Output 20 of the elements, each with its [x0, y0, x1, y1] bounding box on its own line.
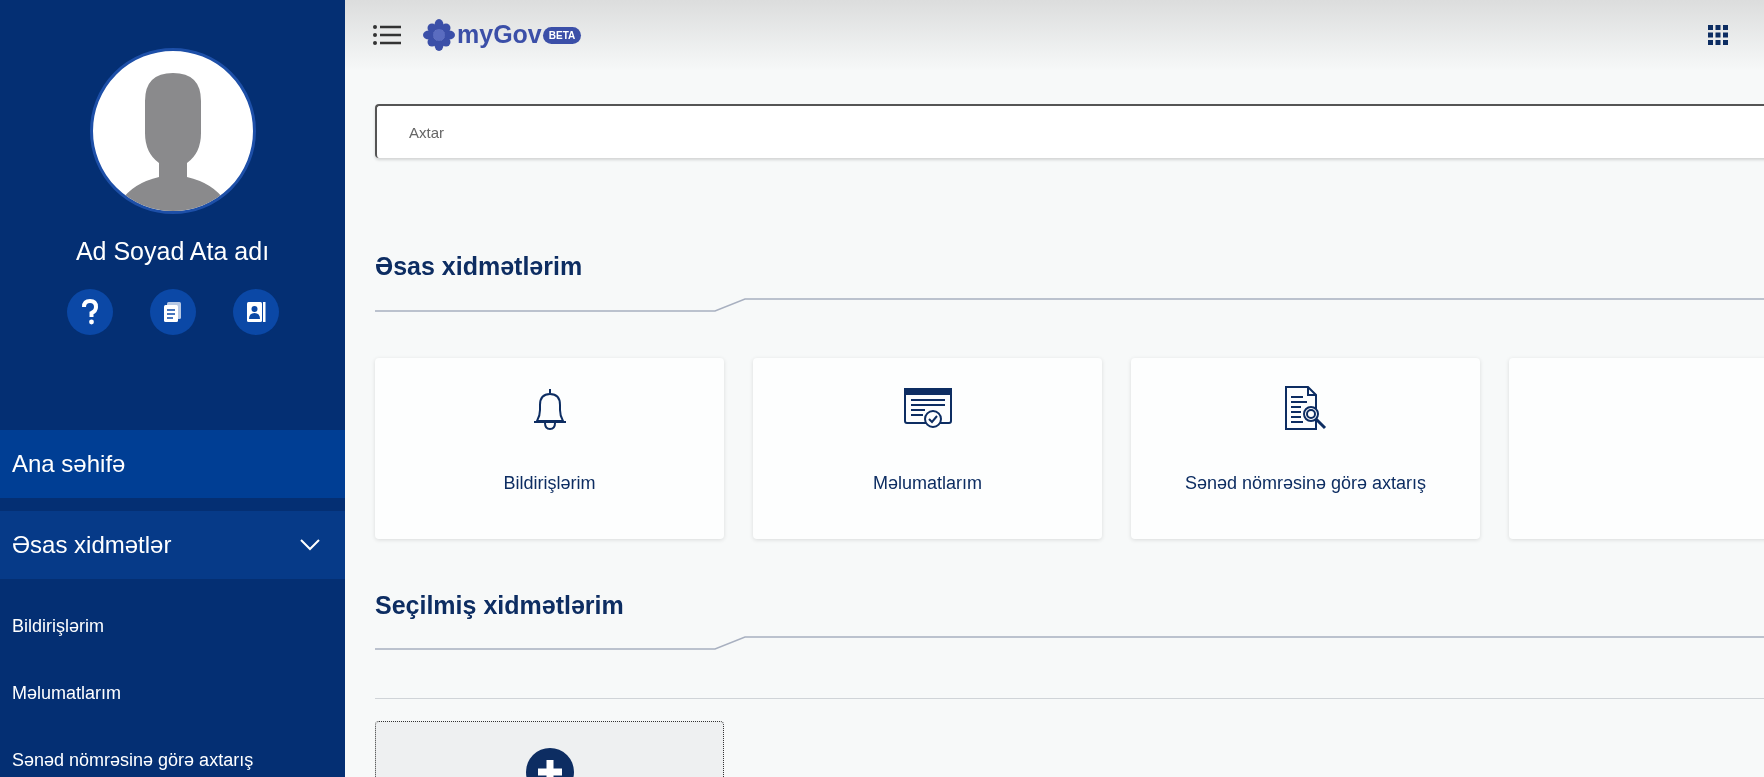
submenu-item[interactable]: Bildirişlərim — [0, 613, 345, 639]
help-icon[interactable] — [66, 288, 113, 335]
flower-logo-icon — [423, 19, 455, 51]
service-card[interactable]: Məlumatlarım — [753, 357, 1102, 539]
section-heading: Seçilmiş xidmətlərim — [375, 589, 625, 621]
apps-grid-icon[interactable] — [1708, 25, 1728, 45]
menu-icon[interactable] — [373, 24, 401, 46]
service-card[interactable]: Bildirişlərim — [375, 357, 724, 539]
submenu-item[interactable]: Məlumatlarım — [0, 680, 345, 706]
search-field[interactable]: Axtar — [375, 104, 1764, 158]
submenu-item[interactable]: Sənəd nömrəsinə görə axtarış — [0, 747, 345, 773]
section-heading: Əsas xidmətlərim — [375, 251, 584, 282]
menu-item[interactable]: Əsas xidmətlər — [0, 510, 345, 579]
beta-badge: BETA — [542, 26, 582, 44]
service-card[interactable]: Sənəd nömrəsinə görə axtarış — [1131, 357, 1480, 539]
menu-item[interactable]: Ana səhifə — [0, 429, 345, 498]
user-name: Ad Soyad Ata adı — [75, 236, 270, 267]
logo-text: myGov — [457, 19, 542, 51]
documents-icon[interactable] — [149, 288, 196, 335]
contact-book-icon[interactable] — [232, 288, 279, 335]
